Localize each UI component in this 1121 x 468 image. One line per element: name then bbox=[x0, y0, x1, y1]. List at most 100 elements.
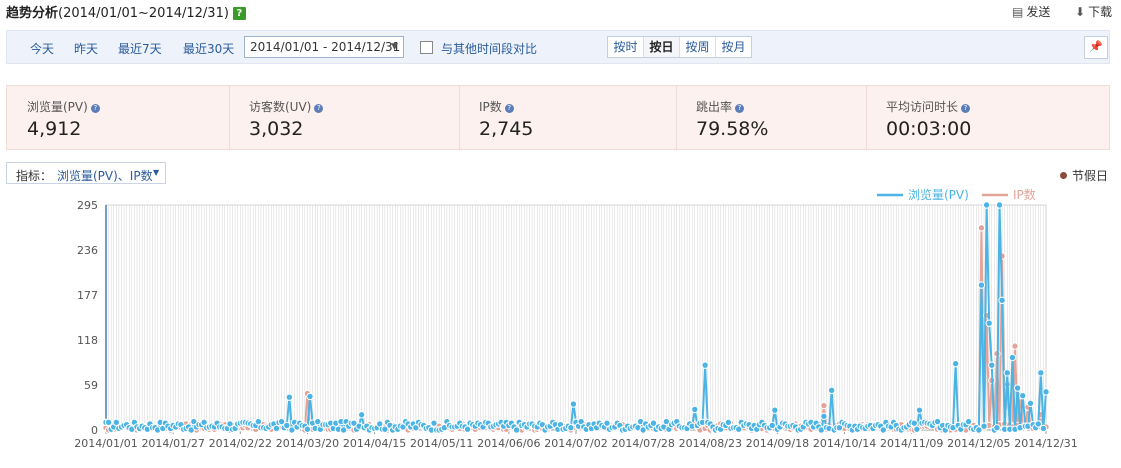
pv-data-point bbox=[980, 422, 988, 430]
x-tick-label: 2014/07/28 bbox=[611, 437, 674, 450]
pv-data-point bbox=[306, 392, 314, 401]
x-tick-label: 2014/09/18 bbox=[746, 437, 809, 450]
y-tick-label: 236 bbox=[77, 244, 98, 257]
pv-data-point bbox=[512, 426, 521, 434]
ip-data-point bbox=[977, 224, 986, 232]
pv-data-point bbox=[701, 361, 709, 369]
download-button[interactable]: ⬇ 下载 bbox=[1075, 3, 1112, 20]
pv-data-point bbox=[303, 425, 312, 433]
x-tick-label: 2014/11/09 bbox=[880, 437, 943, 450]
chart-grid bbox=[105, 204, 1047, 431]
x-tick-label: 2014/10/14 bbox=[813, 437, 876, 450]
x-tick-label: 2014/04/15 bbox=[343, 437, 406, 450]
x-tick-label: 2014/01/01 bbox=[74, 437, 137, 450]
y-tick-label: 0 bbox=[91, 424, 98, 437]
x-tick-label: 2014/05/11 bbox=[410, 437, 473, 450]
ip-data-point bbox=[820, 401, 828, 410]
stat-ip: IP数? 2,745 bbox=[459, 86, 677, 149]
pin-icon: 📌 bbox=[1089, 40, 1103, 53]
page-title: 趋势分析(2014/01/01~2014/12/31)? bbox=[6, 2, 246, 21]
pv-data-point bbox=[820, 412, 828, 420]
legend-label-ip: IP数 bbox=[1013, 187, 1036, 202]
pv-data-point bbox=[1019, 391, 1027, 400]
pv-data-point bbox=[283, 421, 291, 430]
pv-data-point bbox=[985, 319, 993, 327]
pv-data-point bbox=[603, 419, 611, 427]
pv-data-point bbox=[463, 425, 472, 433]
send-button[interactable]: ▤ 发送 bbox=[1012, 3, 1050, 20]
x-tick-label: 2014/12/31 bbox=[1014, 437, 1077, 450]
date-range-select[interactable]: 2014/01/01 - 2014/12/31 ▼ bbox=[244, 36, 404, 58]
x-tick-label: 2014/12/05 bbox=[947, 437, 1010, 450]
y-tick-label: 177 bbox=[77, 289, 98, 302]
pv-data-point bbox=[1026, 399, 1035, 408]
pv-data-point bbox=[112, 418, 121, 427]
granularity-hour[interactable]: 按时 bbox=[608, 37, 644, 57]
pv-data-point bbox=[567, 424, 575, 432]
pv-data-point bbox=[430, 419, 438, 427]
pv-data-point bbox=[1034, 420, 1042, 428]
granularity-week[interactable]: 按周 bbox=[680, 37, 716, 57]
x-tick-label: 2014/01/27 bbox=[141, 437, 204, 450]
compare-checkbox[interactable] bbox=[420, 41, 433, 54]
pv-data-point bbox=[285, 393, 294, 401]
pv-data-point bbox=[254, 417, 263, 426]
pv-data-point bbox=[357, 411, 366, 419]
compare-label[interactable]: 与其他时间段对比 bbox=[441, 40, 537, 57]
stats-panel: 浏览量(PV)? 4,912 访客数(UV)? 3,032 IP数? 2,745… bbox=[6, 85, 1110, 150]
pv-data-point bbox=[771, 406, 779, 414]
pv-data-point bbox=[1013, 384, 1022, 392]
range-yesterday[interactable]: 昨天 bbox=[74, 40, 98, 57]
help-icon[interactable]: ? bbox=[90, 104, 100, 113]
help-icon[interactable]: ? bbox=[735, 104, 745, 113]
pv-data-point bbox=[913, 425, 921, 433]
pv-data-point bbox=[988, 361, 996, 369]
y-tick-label: 118 bbox=[77, 334, 98, 347]
pv-data-point bbox=[272, 424, 281, 433]
question-icon[interactable]: ? bbox=[232, 7, 246, 20]
x-tick-label: 2014/07/02 bbox=[544, 437, 607, 450]
download-icon: ⬇ bbox=[1075, 5, 1086, 19]
stat-pv: 浏览量(PV)? 4,912 bbox=[7, 86, 230, 149]
help-icon[interactable]: ? bbox=[314, 104, 324, 113]
legend-label-pv: 浏览量(PV) bbox=[908, 187, 969, 202]
send-icon: ▤ bbox=[1012, 5, 1024, 19]
granularity-month[interactable]: 按月 bbox=[716, 37, 751, 57]
chevron-down-icon: ▼ bbox=[153, 168, 160, 177]
x-tick-label: 2014/08/23 bbox=[679, 437, 742, 450]
holiday-dot-icon bbox=[1060, 172, 1067, 179]
range-last-7-days[interactable]: 最近7天 bbox=[118, 40, 162, 57]
pv-data-point bbox=[1037, 369, 1045, 377]
granularity-day[interactable]: 按日 bbox=[644, 37, 680, 57]
x-tick-label: 2014/03/20 bbox=[276, 437, 339, 450]
granularity-tabs: 按时 按日 按周 按月 bbox=[607, 36, 752, 58]
trend-chart: 0 59 118 177 236 295 2014/01/01 2014/01/27 2014/… bbox=[74, 187, 1077, 450]
pv-data-point bbox=[915, 406, 924, 414]
pv-data-point bbox=[982, 201, 991, 209]
pv-data-point bbox=[995, 201, 1004, 209]
stat-uv: 访客数(UV)? 3,032 bbox=[229, 86, 460, 149]
pv-data-point bbox=[104, 418, 113, 427]
pin-button[interactable]: 📌 bbox=[1084, 36, 1108, 59]
pv-data-point bbox=[724, 418, 733, 427]
chevron-down-icon: ▼ bbox=[391, 42, 398, 52]
x-tick-label: 2014/02/22 bbox=[209, 437, 272, 450]
pv-data-point bbox=[964, 417, 973, 426]
range-today[interactable]: 今天 bbox=[30, 40, 54, 57]
pv-data-point bbox=[998, 296, 1006, 305]
holiday-legend[interactable]: 节假日 bbox=[1060, 167, 1108, 184]
pv-data-point bbox=[993, 424, 1001, 432]
help-icon[interactable]: ? bbox=[504, 104, 514, 113]
stat-avg-duration: 平均访问时长? 00:03:00 bbox=[886, 100, 972, 140]
range-last-30-days[interactable]: 最近30天 bbox=[183, 40, 234, 57]
y-tick-label: 59 bbox=[84, 379, 98, 392]
pv-data-point bbox=[1003, 369, 1011, 377]
stat-bounce-rate: 跳出率? 79.58% bbox=[676, 86, 867, 149]
help-icon[interactable]: ? bbox=[961, 104, 971, 113]
pv-data-point bbox=[977, 281, 986, 289]
pv-data-point bbox=[1008, 353, 1017, 362]
pv-data-point bbox=[691, 405, 699, 414]
pv-data-point bbox=[951, 359, 960, 368]
pv-data-point bbox=[1042, 388, 1050, 396]
metric-select[interactable]: 指标： 浏览量(PV)、IP数 ▼ bbox=[6, 162, 166, 184]
